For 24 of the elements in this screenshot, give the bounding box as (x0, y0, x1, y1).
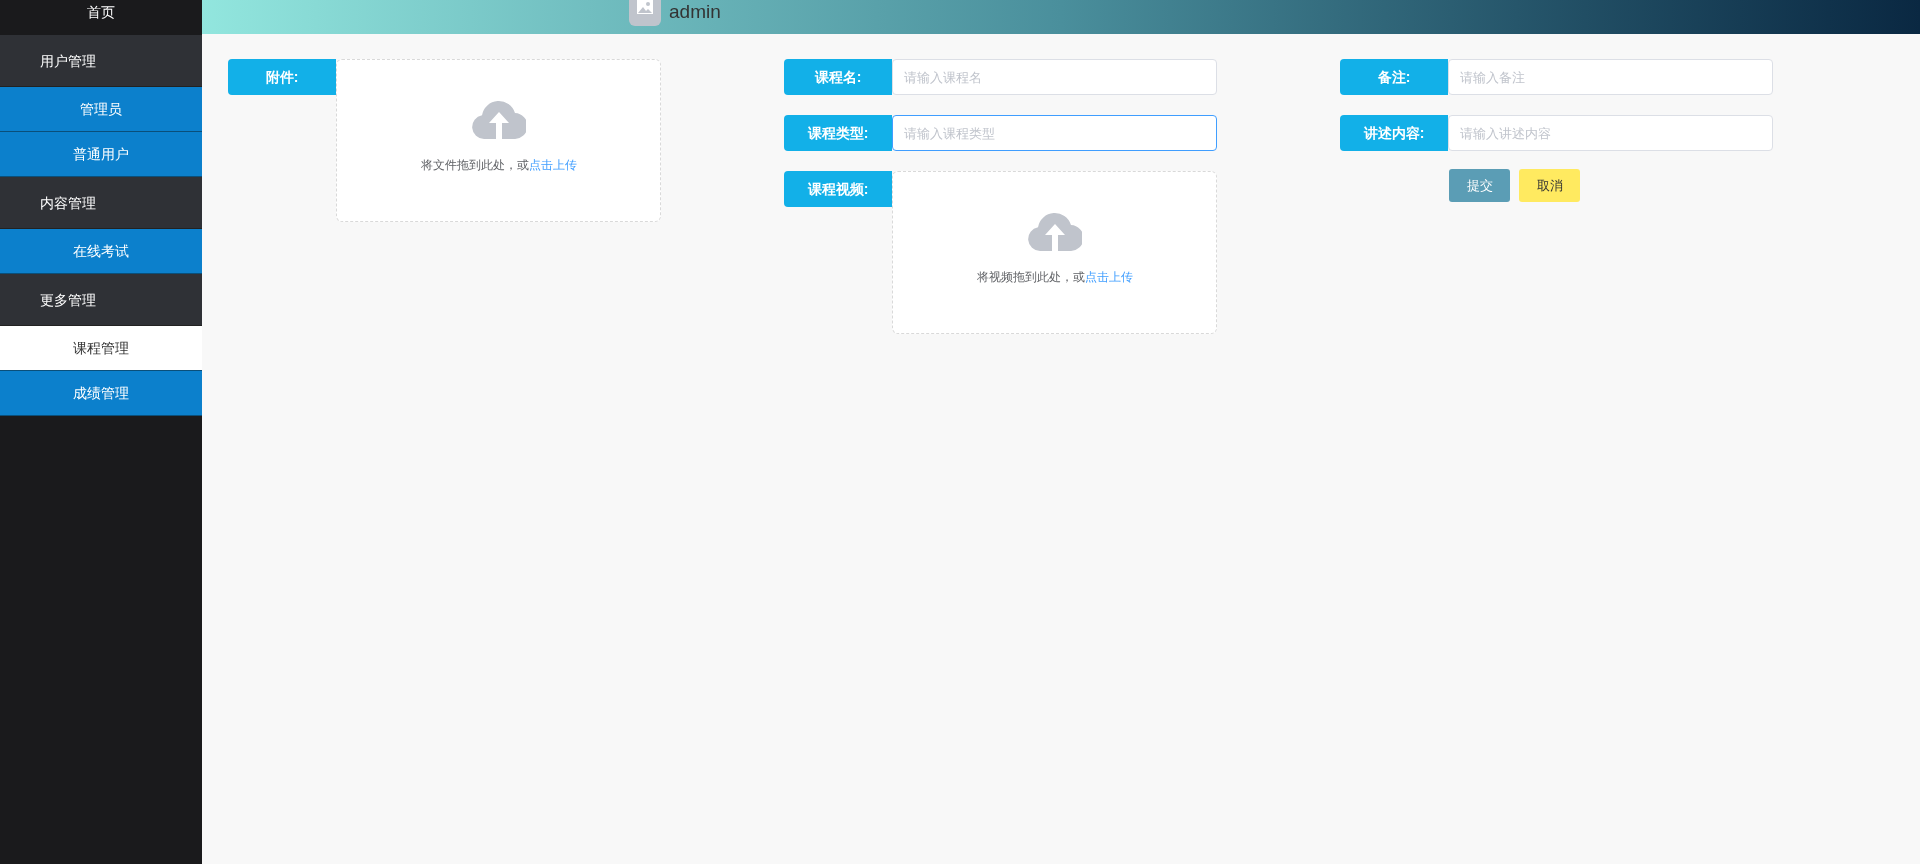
field-label: 课程类型: (784, 115, 892, 151)
upload-hint: 将视频拖到此处，或点击上传 (976, 269, 1133, 286)
field-label: 附件: (228, 59, 336, 95)
username: admin (669, 0, 721, 24)
upload-hint: 将文件拖到此处，或点击上传 (420, 157, 577, 174)
menu-group[interactable]: 更多管理 (0, 274, 202, 326)
cancel-button[interactable]: 取消 (1519, 169, 1580, 202)
submenu-item[interactable]: 管理员 (0, 87, 202, 132)
text-input[interactable]: 请输入课程类型 (892, 115, 1217, 151)
menu-group[interactable]: 内容管理 (0, 177, 202, 229)
image-placeholder-icon (629, 0, 661, 26)
menu-group[interactable]: 用户管理 (0, 35, 202, 87)
submenu-item[interactable]: 在线考试 (0, 229, 202, 274)
field-label: 讲述内容: (1340, 115, 1448, 151)
upload-dropzone[interactable]: 将视频拖到此处，或点击上传 (892, 171, 1217, 334)
cloud-upload-icon (471, 99, 526, 139)
cloud-upload-icon (1027, 211, 1082, 251)
field-label: 课程视频: (784, 171, 892, 207)
field-label: 备注: (1340, 59, 1448, 95)
submenu-item[interactable]: 课程管理 (0, 326, 202, 371)
submenu-item[interactable]: 普通用户 (0, 132, 202, 177)
upload-dropzone[interactable]: 将文件拖到此处，或点击上传 (336, 59, 661, 222)
submenu-item[interactable]: 成绩管理 (0, 371, 202, 416)
field-label: 课程名: (784, 59, 892, 95)
